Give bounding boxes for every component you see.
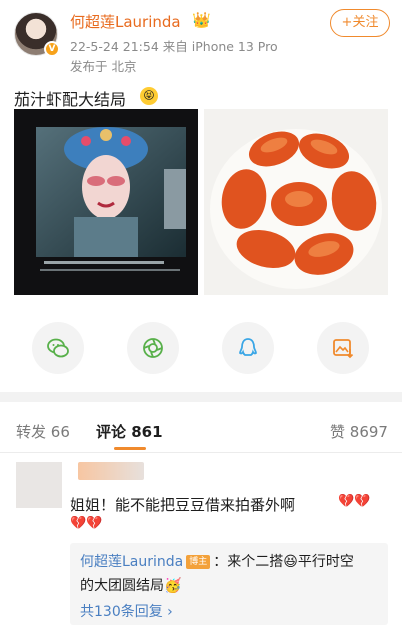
reply-line-2: 的大团圆结局🥳	[80, 575, 181, 595]
tab-like-count: 8697	[349, 423, 388, 441]
post-text: 茄汁虾配大结局	[14, 90, 127, 109]
share-moments-button[interactable]	[127, 322, 179, 374]
post-image-shrimp[interactable]	[204, 109, 388, 295]
commenter-name-redacted	[78, 462, 144, 480]
tab-repost-count: 66	[50, 423, 70, 441]
section-separator	[0, 392, 402, 402]
tv-photo-graphic	[14, 109, 198, 295]
tabs-divider	[0, 452, 402, 453]
share-wechat-button[interactable]	[32, 322, 84, 374]
post-image-tv[interactable]	[14, 109, 198, 295]
view-all-replies-link[interactable]: 共130条回复 ›	[80, 601, 173, 621]
tongue-face-icon: 😝	[140, 87, 158, 105]
grin-face-icon: 😆	[283, 554, 298, 570]
reply-text-a: ：来个二搭	[213, 554, 284, 570]
wechat-icon	[47, 338, 69, 358]
broken-heart-icon: 💔💔	[70, 516, 103, 531]
post-meta: 22-5-24 21:54 来自 iPhone 13 Pro	[70, 36, 278, 55]
moments-icon	[143, 338, 163, 358]
tab-comments[interactable]: 评论 861	[96, 421, 163, 442]
source: 来自 iPhone 13 Pro	[162, 39, 278, 54]
reply-text-b: 平行时空	[297, 554, 354, 570]
reply-line-1: 何超莲Laurinda 博主 ：来个二搭😆平行时空	[80, 551, 354, 571]
reply-author[interactable]: 何超莲Laurinda	[80, 554, 183, 570]
timestamp: 22-5-24 21:54	[70, 39, 159, 54]
tab-repost[interactable]: 转发 66	[16, 421, 70, 442]
reply-text-c: 的大团圆结局	[80, 578, 164, 594]
tab-likes[interactable]: 赞 8697	[330, 421, 388, 442]
crown-icon: 👑	[192, 11, 211, 29]
comment-text: 姐姐！能不能把豆豆借来拍番外啊	[70, 496, 296, 514]
tab-like-label: 赞	[330, 423, 346, 441]
author-name[interactable]: 何超莲Laurinda	[70, 11, 181, 32]
author-badge: 博主	[186, 555, 211, 569]
share-qq-button[interactable]	[222, 322, 274, 374]
save-image-button[interactable]	[317, 322, 369, 374]
qq-icon	[239, 338, 257, 356]
follow-button[interactable]: +关注	[330, 9, 390, 37]
commenter-avatar[interactable]	[16, 462, 62, 508]
tab-repost-label: 转发	[16, 423, 47, 441]
shrimp-photo-graphic	[204, 109, 388, 295]
tab-comment-count: 861	[131, 423, 163, 441]
party-face-icon: 🥳	[164, 578, 182, 594]
broken-heart-icon: 💔💔	[338, 494, 371, 509]
verified-badge-icon: V	[44, 41, 60, 57]
location: 发布于 北京	[70, 59, 137, 74]
tab-active-indicator	[114, 447, 146, 450]
tab-comment-label: 评论	[96, 423, 127, 441]
save-image-icon	[333, 339, 354, 359]
